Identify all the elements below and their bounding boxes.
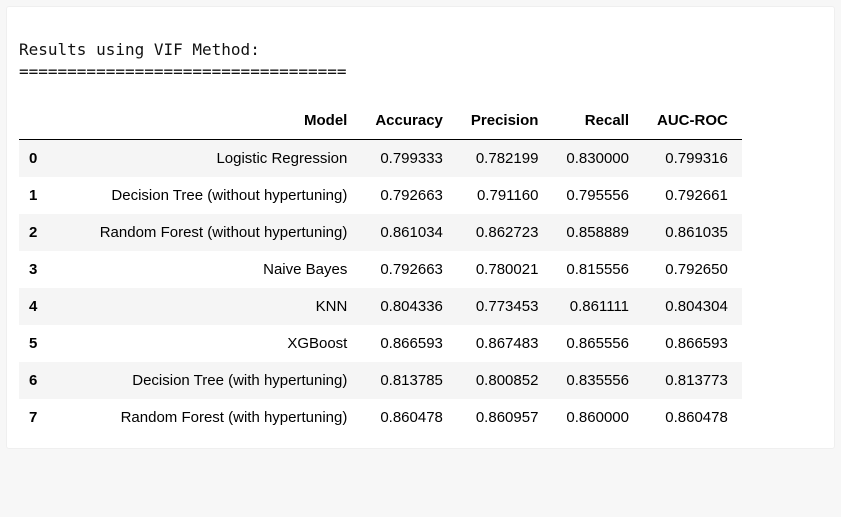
cell-aucroc: 0.861035 [643,214,742,251]
cell-accuracy: 0.792663 [361,177,457,214]
cell-precision: 0.782199 [457,139,553,177]
cell-accuracy: 0.792663 [361,251,457,288]
cell-accuracy: 0.813785 [361,362,457,399]
cell-accuracy: 0.804336 [361,288,457,325]
table-row: 0 Logistic Regression 0.799333 0.782199 … [19,139,742,177]
column-header-model: Model [51,102,361,140]
cell-recall: 0.861111 [552,288,643,325]
cell-aucroc: 0.813773 [643,362,742,399]
cell-recall: 0.815556 [552,251,643,288]
cell-precision: 0.780021 [457,251,553,288]
cell-precision: 0.860957 [457,399,553,436]
row-index: 6 [19,362,51,399]
row-index: 5 [19,325,51,362]
results-divider: ================================== [19,62,347,81]
cell-model: Logistic Regression [51,139,361,177]
cell-model: XGBoost [51,325,361,362]
notebook-output-cell: Results using VIF Method: ==============… [6,6,835,449]
cell-accuracy: 0.866593 [361,325,457,362]
cell-precision: 0.773453 [457,288,553,325]
table-row: 3 Naive Bayes 0.792663 0.780021 0.815556… [19,251,742,288]
cell-precision: 0.791160 [457,177,553,214]
stdout-text: Results using VIF Method: ==============… [19,9,822,102]
cell-model: KNN [51,288,361,325]
column-header-precision: Precision [457,102,553,140]
cell-recall: 0.835556 [552,362,643,399]
table-row: 1 Decision Tree (without hypertuning) 0.… [19,177,742,214]
table-row: 2 Random Forest (without hypertuning) 0.… [19,214,742,251]
cell-model: Naive Bayes [51,251,361,288]
results-title: Results using VIF Method: [19,40,260,59]
cell-aucroc: 0.799316 [643,139,742,177]
cell-aucroc: 0.792650 [643,251,742,288]
column-header-recall: Recall [552,102,643,140]
column-header-accuracy: Accuracy [361,102,457,140]
cell-recall: 0.858889 [552,214,643,251]
cell-aucroc: 0.792661 [643,177,742,214]
cell-accuracy: 0.799333 [361,139,457,177]
cell-recall: 0.865556 [552,325,643,362]
column-header-index [19,102,51,140]
cell-model: Random Forest (without hypertuning) [51,214,361,251]
table-row: 5 XGBoost 0.866593 0.867483 0.865556 0.8… [19,325,742,362]
row-index: 1 [19,177,51,214]
cell-accuracy: 0.861034 [361,214,457,251]
table-row: 7 Random Forest (with hypertuning) 0.860… [19,399,742,436]
cell-accuracy: 0.860478 [361,399,457,436]
row-index: 4 [19,288,51,325]
row-index: 7 [19,399,51,436]
cell-aucroc: 0.860478 [643,399,742,436]
column-header-aucroc: AUC-ROC [643,102,742,140]
cell-model: Decision Tree (with hypertuning) [51,362,361,399]
table-row: 4 KNN 0.804336 0.773453 0.861111 0.80430… [19,288,742,325]
cell-recall: 0.830000 [552,139,643,177]
cell-model: Decision Tree (without hypertuning) [51,177,361,214]
cell-aucroc: 0.804304 [643,288,742,325]
cell-precision: 0.867483 [457,325,553,362]
cell-model: Random Forest (with hypertuning) [51,399,361,436]
cell-precision: 0.800852 [457,362,553,399]
table-body: 0 Logistic Regression 0.799333 0.782199 … [19,139,742,436]
cell-recall: 0.860000 [552,399,643,436]
cell-precision: 0.862723 [457,214,553,251]
row-index: 0 [19,139,51,177]
row-index: 3 [19,251,51,288]
cell-recall: 0.795556 [552,177,643,214]
cell-aucroc: 0.866593 [643,325,742,362]
row-index: 2 [19,214,51,251]
table-row: 6 Decision Tree (with hypertuning) 0.813… [19,362,742,399]
results-dataframe: Model Accuracy Precision Recall AUC-ROC … [19,102,742,436]
table-header-row: Model Accuracy Precision Recall AUC-ROC [19,102,742,140]
